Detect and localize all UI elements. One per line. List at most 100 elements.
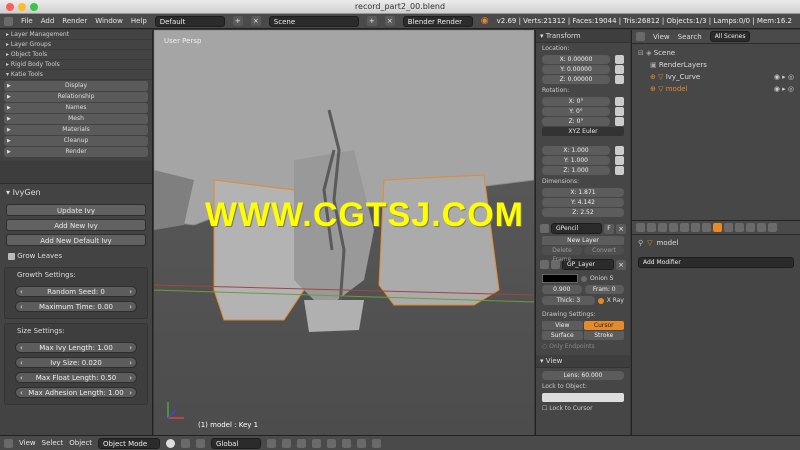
- viewport-shading-icon[interactable]: [166, 438, 176, 448]
- lock-icon[interactable]: [615, 146, 624, 155]
- draw-surface-button[interactable]: Surface: [542, 331, 583, 340]
- panel-mesh[interactable]: ▶ Mesh: [4, 114, 148, 124]
- lens-field[interactable]: Lens: 60.000: [542, 371, 624, 380]
- tab-katie-tools[interactable]: ▾ Katie Tools: [0, 70, 152, 80]
- panel-render[interactable]: ▶ Render: [4, 147, 148, 157]
- gpencil-datablock[interactable]: GPencil: [551, 223, 602, 234]
- menu-select[interactable]: Select: [42, 439, 64, 447]
- rotation-x-field[interactable]: X: 0°: [542, 97, 624, 106]
- visibility-icon[interactable]: [540, 260, 549, 269]
- transform-panel-header[interactable]: ▾ Transform: [536, 30, 630, 43]
- editor-type-icon[interactable]: [636, 32, 645, 41]
- tab-layer-groups[interactable]: ▸ Layer Groups: [0, 40, 152, 50]
- tab-rigid-body-tools[interactable]: ▸ Rigid Body Tools: [0, 60, 152, 70]
- render-preview-icon[interactable]: [372, 438, 382, 448]
- fake-user-icon[interactable]: F: [604, 223, 614, 234]
- render-layers-tab-icon[interactable]: [658, 223, 667, 232]
- render-tab-icon[interactable]: [647, 223, 656, 232]
- menu-file[interactable]: File: [21, 17, 33, 25]
- transform-orientation-select[interactable]: Global: [211, 437, 262, 449]
- location-z-field[interactable]: Z: 0.00000: [542, 75, 624, 84]
- menu-render[interactable]: Render: [62, 17, 87, 25]
- screen-layout-select[interactable]: Default: [154, 15, 225, 27]
- manipulator-icon[interactable]: [196, 438, 206, 448]
- convert-button[interactable]: Convert: [584, 246, 624, 255]
- new-layer-button[interactable]: New Layer: [542, 236, 624, 245]
- location-x-field[interactable]: X: 0.00000: [542, 55, 624, 64]
- add-modifier-select[interactable]: Add Modifier: [638, 257, 794, 268]
- stroke-color-swatch[interactable]: [542, 274, 578, 283]
- world-tab-icon[interactable]: [680, 223, 689, 232]
- texture-tab-icon[interactable]: [746, 223, 755, 232]
- lock-icon[interactable]: [615, 166, 624, 175]
- lock-layers-icon[interactable]: [327, 438, 337, 448]
- delete-frame-button[interactable]: Delete Frame: [542, 246, 582, 263]
- ivy-size-slider[interactable]: ‹ Ivy Size: 0.020 ›: [15, 357, 137, 368]
- outliner-view-menu[interactable]: View: [653, 33, 670, 41]
- physics-tab-icon[interactable]: [768, 223, 777, 232]
- visibility-icons[interactable]: ◉ ▸ ◎: [774, 83, 794, 95]
- lock-icon[interactable]: [615, 75, 624, 84]
- dimension-x-field[interactable]: X: 1.871: [542, 188, 624, 197]
- lock-object-field[interactable]: [542, 393, 624, 402]
- add-layout-button[interactable]: +: [232, 16, 243, 26]
- draw-view-button[interactable]: View: [542, 321, 583, 330]
- render-engine-select[interactable]: Blender Render: [402, 15, 473, 27]
- add-new-ivy-button[interactable]: Add New Ivy: [6, 219, 146, 231]
- grow-leaves-checkbox[interactable]: Grow Leaves: [0, 249, 152, 263]
- draw-cursor-button[interactable]: Cursor: [583, 321, 624, 330]
- outliner-item-renderlayers[interactable]: ▣ RenderLayers: [638, 59, 794, 71]
- unlink-gpencil-button[interactable]: ×: [616, 223, 626, 234]
- editor-type-icon[interactable]: [4, 16, 13, 26]
- menu-object[interactable]: Object: [69, 439, 92, 447]
- panel-display[interactable]: ▶ Display: [4, 81, 148, 91]
- random-seed-slider[interactable]: ‹ Random Seed: 0 ›: [15, 286, 137, 297]
- material-tab-icon[interactable]: [735, 223, 744, 232]
- proportional-edit-icon[interactable]: [357, 438, 367, 448]
- lock-icon[interactable]: [615, 55, 624, 64]
- lock-icon[interactable]: [615, 117, 624, 126]
- visibility-icons[interactable]: ◉ ▸ ◎: [774, 71, 794, 83]
- frame-field[interactable]: Fram: 0: [584, 285, 624, 294]
- outliner-item-ivy-curve[interactable]: ⊕ ▽ Ivy_Curve ◉ ▸ ◎: [638, 71, 794, 83]
- outliner-search-menu[interactable]: Search: [678, 33, 702, 41]
- layer-button-icon[interactable]: [297, 438, 307, 448]
- onion-skin-toggle[interactable]: [581, 275, 587, 282]
- menu-add[interactable]: Add: [41, 17, 55, 25]
- menu-view[interactable]: View: [19, 439, 36, 447]
- editor-type-icon[interactable]: [636, 223, 645, 232]
- rotation-mode-select[interactable]: XYZ Euler: [542, 127, 624, 136]
- panel-materials[interactable]: ▶ Materials: [4, 125, 148, 135]
- object-tab-icon[interactable]: [691, 223, 700, 232]
- only-endpoints-checkbox[interactable]: ○ Only Endpoints: [536, 341, 630, 352]
- update-ivy-button[interactable]: Update Ivy: [6, 204, 146, 216]
- lock-icon[interactable]: [615, 65, 624, 74]
- add-new-default-ivy-button[interactable]: Add New Default Ivy: [6, 234, 146, 246]
- ivygen-header[interactable]: ▾ IvyGen: [0, 183, 152, 201]
- remove-scene-button[interactable]: ×: [384, 16, 395, 26]
- opacity-slider[interactable]: 0.900: [542, 285, 582, 294]
- lock-icon[interactable]: [615, 107, 624, 116]
- tab-layer-management[interactable]: ▸ Layer Management: [0, 30, 152, 40]
- outliner-item-scene[interactable]: ⊟ ◈ Scene: [638, 47, 794, 59]
- scene-tab-icon[interactable]: [669, 223, 678, 232]
- rotation-z-field[interactable]: Z: 0°: [542, 117, 624, 126]
- lock-icon[interactable]: [615, 156, 624, 165]
- interaction-mode-select[interactable]: Object Mode: [98, 437, 161, 449]
- scale-x-field[interactable]: X: 1.000: [542, 146, 624, 155]
- lock-to-cursor-checkbox[interactable]: ☐ Lock to Cursor: [536, 403, 630, 414]
- panel-cleanup[interactable]: ▶ Cleanup: [4, 136, 148, 146]
- snap-icon[interactable]: [342, 438, 352, 448]
- remove-layer-button[interactable]: ×: [616, 259, 626, 270]
- display-mode-select[interactable]: All Scenes: [709, 31, 751, 42]
- menu-help[interactable]: Help: [131, 17, 147, 25]
- editor-type-icon[interactable]: [4, 438, 13, 448]
- xray-toggle[interactable]: [597, 297, 604, 304]
- layer-button-icon[interactable]: [282, 438, 292, 448]
- data-tab-icon[interactable]: [724, 223, 733, 232]
- lock-icon[interactable]: [615, 97, 624, 106]
- layer-button-icon[interactable]: [312, 438, 322, 448]
- pivot-point-icon[interactable]: [181, 438, 191, 448]
- constraints-tab-icon[interactable]: [702, 223, 711, 232]
- rotation-y-field[interactable]: Y: 0°: [542, 107, 624, 116]
